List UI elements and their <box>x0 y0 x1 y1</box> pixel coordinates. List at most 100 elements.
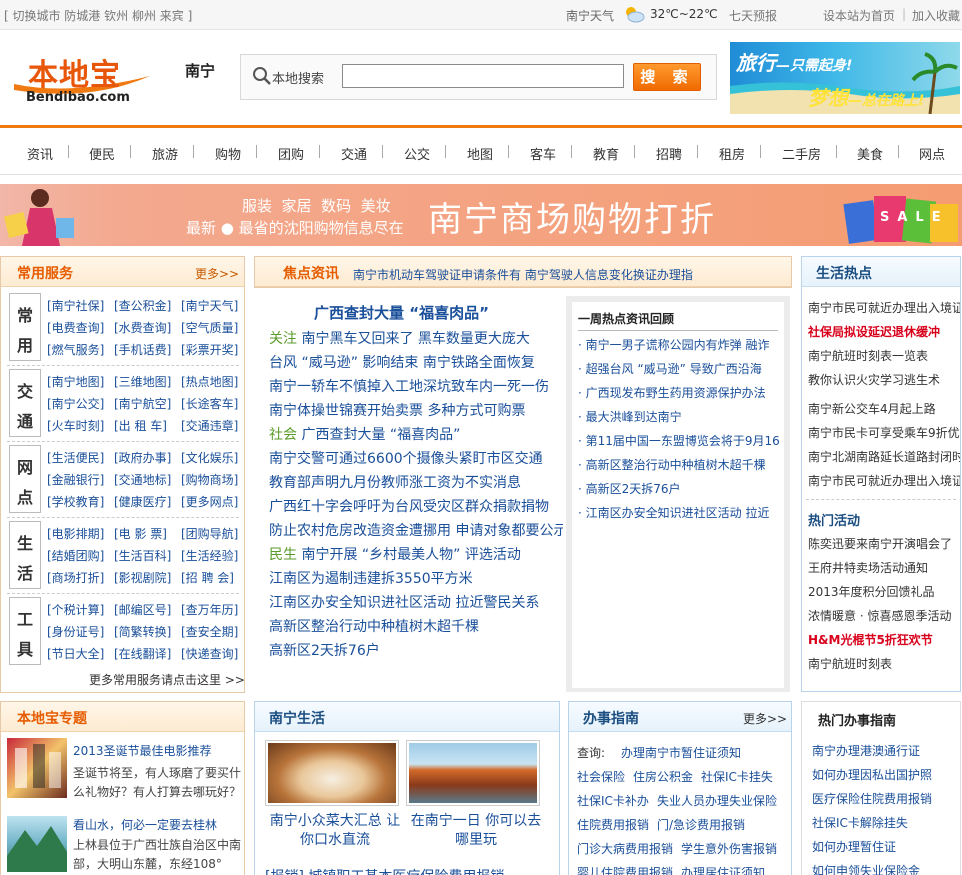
service-link[interactable]: [文化娱乐] <box>181 449 238 466</box>
service-link[interactable]: [长途客车] <box>181 395 238 412</box>
service-link[interactable]: [交通违章] <box>181 417 238 434</box>
service-link[interactable]: [节日大全] <box>47 645 104 662</box>
search-button[interactable]: 搜 索 <box>633 63 701 91</box>
weather-label[interactable]: 南宁天气 <box>566 7 614 24</box>
life-hot-item[interactable]: 教你认识火灾学习逃生术 <box>808 371 940 388</box>
guide-link[interactable]: 学生意外伤害报销 <box>681 840 777 857</box>
shopping-sale-banner[interactable]: 服装 家居 数码 美妆 最新 ● 最省的沈阳购物信息尽在 南宁商场购物打折 SA… <box>0 184 962 246</box>
news-link[interactable]: 高新区整治行动中种植树木超千棵 <box>269 616 479 636</box>
site-logo[interactable]: 本地宝 Bendibao.com <box>10 46 160 108</box>
service-link[interactable]: [三维地图] <box>114 373 171 390</box>
scenery-photo[interactable] <box>406 740 540 806</box>
services-more-link[interactable]: 更多>> <box>195 265 239 282</box>
set-home-link[interactable]: 设本站为首页 <box>823 7 895 24</box>
focus-news-ticker[interactable]: 南宁市机动车驾驶证申请条件有 南宁驾驶人信息变化换证办理指 <box>353 266 693 283</box>
service-link[interactable]: [出 租 车] <box>114 417 167 434</box>
service-link[interactable]: [快递查询] <box>181 645 238 662</box>
weekly-item[interactable]: · 超强台风 “威马逊” 导致广西沿海 <box>578 360 762 377</box>
news-link[interactable]: 南宁开展 “乡村最美人物” 评选活动 <box>301 547 520 563</box>
news-tag[interactable]: 民生 <box>269 547 297 563</box>
travel-banner[interactable]: 旅行—只需起身! 梦想—总在路上! <box>730 42 960 114</box>
service-link[interactable]: [学校教育] <box>47 493 104 510</box>
current-city[interactable]: 南宁 <box>185 60 215 81</box>
hot-guide-item[interactable]: 南宁办理港澳通行证 <box>812 742 920 759</box>
topic-title[interactable]: 看山水，何必一定要去桂林 <box>73 816 217 833</box>
service-link[interactable]: [个税计算] <box>47 601 104 618</box>
service-link[interactable]: [燃气服务] <box>47 341 104 358</box>
guide-link[interactable]: 办理南宁市暂住证须知 <box>621 744 741 761</box>
service-link[interactable]: [身份证号] <box>47 623 104 640</box>
service-link[interactable]: [查公积金] <box>114 297 171 314</box>
service-link[interactable]: [空气质量] <box>181 319 238 336</box>
nav-item-travel[interactable]: 旅游 <box>152 144 178 163</box>
nav-item-secondhand[interactable]: 二手房 <box>782 144 821 163</box>
service-link[interactable]: [简繁转换] <box>114 623 171 640</box>
service-link[interactable]: [政府办事] <box>114 449 171 466</box>
event-item[interactable]: 南宁航班时刻表 <box>808 655 892 672</box>
life-hot-item[interactable]: 南宁北湖南路延长道路封闭时 <box>808 448 960 465</box>
food-caption[interactable]: 南宁小众菜大汇总 让你口水直流 <box>265 812 405 850</box>
service-link[interactable]: [电 影 票] <box>114 525 167 542</box>
food-photo[interactable] <box>265 740 399 806</box>
life-hot-item[interactable]: 南宁市民可就近办理出入境证 <box>808 299 960 316</box>
guide-link[interactable]: 社保IC卡挂失 <box>701 768 773 785</box>
news-link[interactable]: 广西查封大量 “福喜肉品” <box>301 427 460 443</box>
nav-item-shopping[interactable]: 购物 <box>215 144 241 163</box>
service-link[interactable]: [结婚团购] <box>47 547 104 564</box>
guide-link[interactable]: 住房公积金 <box>633 768 693 785</box>
life-bottom-link[interactable]: [报销] 城镇职工基本医疗保险费用报销 <box>265 866 504 875</box>
topic-image-movie[interactable] <box>7 738 67 798</box>
weekly-item[interactable]: · 江南区办安全知识进社区活动 拉近 <box>578 504 769 521</box>
life-hot-item[interactable]: 南宁新公交车4月起上路 <box>808 400 936 417</box>
news-link[interactable]: 台风 “威马逊” 影响结束 南宁铁路全面恢复 <box>269 352 535 372</box>
service-link[interactable]: [水费查询] <box>114 319 171 336</box>
services-more-footer-link[interactable]: 更多常用服务请点击这里 >> <box>89 671 245 688</box>
guide-link[interactable]: 门诊大病费用报销 <box>577 840 673 857</box>
nav-item-convenience[interactable]: 便民 <box>89 144 115 163</box>
weekly-item[interactable]: · 最大洪峰到达南宁 <box>578 408 682 425</box>
service-link[interactable]: [手机话费] <box>114 341 171 358</box>
guide-more-link[interactable]: 更多>> <box>743 710 787 727</box>
guide-link[interactable]: 婴儿住院费用报销 <box>577 864 673 875</box>
topic-title[interactable]: 2013圣诞节最佳电影推荐 <box>73 742 212 759</box>
service-link[interactable]: [购物商场] <box>181 471 238 488</box>
event-item[interactable]: 陈奕迅要来南宁开演唱会了 <box>808 535 952 552</box>
nav-item-traffic[interactable]: 交通 <box>341 144 367 163</box>
nav-item-jobs[interactable]: 招聘 <box>656 144 682 163</box>
service-link[interactable]: [交通地标] <box>114 471 171 488</box>
service-link[interactable]: [影视剧院] <box>114 569 171 586</box>
service-link[interactable]: [邮编区号] <box>114 601 171 618</box>
service-link[interactable]: [火车时刻] <box>47 417 104 434</box>
focus-headline[interactable]: 广西查封大量 “福喜肉品” <box>314 302 489 323</box>
guide-link[interactable]: 社保IC卡补办 <box>577 792 649 809</box>
service-link[interactable]: [电影排期] <box>47 525 104 542</box>
topic-image-landscape[interactable] <box>7 816 67 872</box>
service-link[interactable]: [健康医疗] <box>114 493 171 510</box>
service-link[interactable]: [在线翻译] <box>114 645 171 662</box>
weekly-item[interactable]: · 第11届中国一东盟博览会将于9月16 <box>578 432 780 449</box>
scenery-caption[interactable]: 在南宁一日 你可以去哪里玩 <box>406 812 546 850</box>
hot-guide-item[interactable]: 如何办理因私出国护照 <box>812 766 932 783</box>
news-link[interactable]: 江南区办安全知识进社区活动 拉近警民关系 <box>269 592 539 612</box>
service-link[interactable]: [更多网点] <box>181 493 238 510</box>
guide-link[interactable]: 失业人员办理失业保险 <box>657 792 777 809</box>
service-link[interactable]: [彩票开奖] <box>181 341 238 358</box>
guide-link[interactable]: 社会保险 <box>577 768 625 785</box>
add-favorite-link[interactable]: 加入收藏 <box>912 7 960 24</box>
event-item[interactable]: 浓情暖意 · 惊喜感恩季活动 <box>808 607 951 624</box>
life-hot-item[interactable]: 南宁市民卡可享受乘车9折优惠 <box>808 424 960 441</box>
nav-item-bus[interactable]: 公交 <box>404 144 430 163</box>
event-item[interactable]: 2013年度积分回馈礼品 <box>808 583 935 600</box>
nav-item-education[interactable]: 教育 <box>593 144 619 163</box>
service-link[interactable]: [南宁社保] <box>47 297 104 314</box>
service-link[interactable]: [生活经验] <box>181 547 238 564</box>
guide-link[interactable]: 住院费用报销 <box>577 816 649 833</box>
service-link[interactable]: [南宁航空] <box>114 395 171 412</box>
hot-guide-item[interactable]: 医疗保险住院费用报销 <box>812 790 932 807</box>
life-hot-item[interactable]: 南宁航班时刻表一览表 <box>808 347 928 364</box>
service-link[interactable]: [电费查询] <box>47 319 104 336</box>
nav-item-news[interactable]: 资讯 <box>27 144 53 163</box>
weekly-item[interactable]: · 广西现发布野生药用资源保护办法 <box>578 384 766 401</box>
service-link[interactable]: [南宁天气] <box>181 297 238 314</box>
news-link[interactable]: 江南区为遏制违建拆3550平方米 <box>269 568 473 588</box>
